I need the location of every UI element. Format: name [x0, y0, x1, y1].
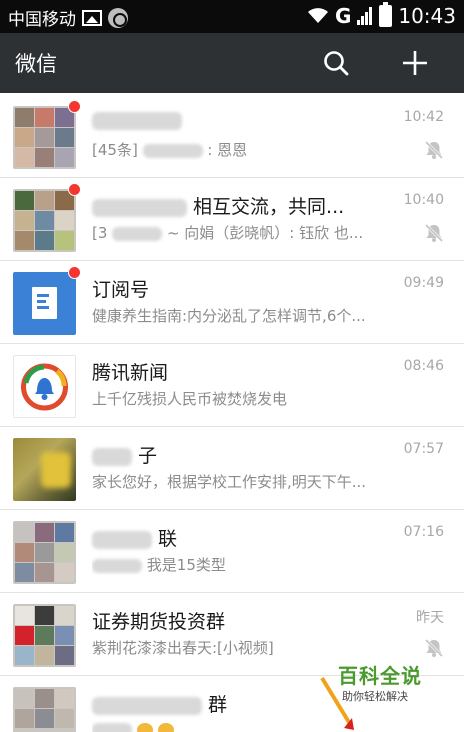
- chat-row-tencent-news[interactable]: 腾讯新闻 上千亿残损人民币被焚烧发电 08:46: [0, 344, 464, 427]
- preview-count: [3: [92, 224, 108, 242]
- wifi-icon: [307, 8, 328, 23]
- chat-name: 腾讯新闻: [92, 362, 169, 384]
- chat-name: 子: [92, 441, 157, 468]
- chat-time: 昨天: [416, 610, 444, 626]
- watermark: 百科全说 助你轻松解决: [320, 656, 464, 732]
- redacted-sender: [142, 143, 203, 158]
- app-header: 微信: [0, 33, 464, 93]
- network-type-label: G: [334, 4, 352, 28]
- redacted-name: [92, 447, 132, 466]
- chat-name: 订阅号: [92, 279, 150, 301]
- chat-preview: 我是15类型: [92, 554, 392, 575]
- emoji-icon: [136, 722, 153, 732]
- add-button[interactable]: [397, 45, 433, 81]
- chat-time: 08:46: [403, 358, 444, 374]
- status-right: G 10:43: [307, 2, 456, 28]
- mute-bell-icon: [424, 140, 444, 160]
- redacted-sender: [92, 722, 132, 732]
- unread-badge: [68, 183, 81, 196]
- chat-preview: [45条] : 恩恩: [92, 139, 392, 160]
- chat-row-parents-group[interactable]: 子 家长您好，根据学校工作安排,明天下午... 07:57: [0, 427, 464, 510]
- unread-badge: [68, 266, 81, 279]
- chat-time: 07:57: [403, 441, 444, 457]
- subscription-avatar: [13, 272, 76, 335]
- mute-bell-icon: [424, 223, 444, 243]
- status-bar: 中国移动 G 10:43: [0, 0, 464, 33]
- chat-name: 证券期货投资群: [92, 611, 226, 633]
- chat-name: 相互交流，共同...: [92, 192, 344, 219]
- watermark-title: 百科全说: [338, 664, 422, 688]
- plus-icon: [403, 51, 427, 75]
- group-avatar: [13, 604, 76, 667]
- emoji-icon: [157, 722, 174, 732]
- chat-preview: 上千亿残损人民币被焚烧发电: [92, 390, 288, 408]
- chat-name: 联: [92, 524, 177, 551]
- chat-preview: [3 ~ 向娟（彭晓帆）: 钰欣 也...: [92, 222, 392, 243]
- chat-name-text: 相互交流，共同...: [193, 196, 345, 218]
- tencent-news-avatar: [13, 355, 76, 418]
- page-title: 微信: [15, 52, 57, 76]
- chat-row-group-1[interactable]: [45条] : 恩恩 10:42: [0, 95, 464, 178]
- redacted-name: [92, 198, 187, 217]
- tencent-news-logo-icon: [21, 363, 68, 411]
- carrier-label: 中国移动: [8, 10, 76, 30]
- group-avatar: [13, 106, 76, 169]
- chat-row-group-2[interactable]: 相互交流，共同... [3 ~ 向娟（彭晓帆）: 钰欣 也... 10:40: [0, 178, 464, 261]
- group-avatar: [13, 189, 76, 252]
- search-icon: [324, 51, 349, 76]
- chat-preview: 健康养生指南:内分泌乱了怎样调节,6个...: [92, 307, 366, 325]
- chat-time: 09:49: [403, 275, 444, 291]
- preview-text: 我是15类型: [146, 556, 226, 574]
- image-notification-icon: [82, 9, 102, 26]
- mute-bell-icon: [424, 638, 444, 658]
- group-avatar: [13, 687, 76, 732]
- redacted-name: [92, 696, 202, 715]
- search-button[interactable]: [318, 45, 354, 81]
- redacted-sender: [112, 226, 163, 241]
- unread-badge: [68, 100, 81, 113]
- group-avatar: [13, 521, 76, 584]
- signal-icon: [357, 7, 373, 25]
- chat-name-text: 子: [138, 445, 158, 467]
- preview-count: [45条]: [92, 141, 138, 159]
- chat-name: 群: [92, 690, 227, 717]
- chat-name: [92, 109, 182, 131]
- watermark-subtitle: 助你轻松解决: [342, 690, 408, 703]
- battery-icon: [379, 2, 393, 27]
- clock-label: 10:43: [398, 4, 456, 28]
- preview-text: ~ 向娟（彭晓帆）: 钰欣 也...: [166, 224, 364, 242]
- chat-time: 07:16: [403, 524, 444, 540]
- chat-time: 10:40: [403, 192, 444, 208]
- browser-notification-icon: [108, 7, 128, 28]
- document-icon: [32, 287, 57, 319]
- chat-row-group-3[interactable]: 联 我是15类型 07:16: [0, 510, 464, 593]
- chat-list: [45条] : 恩恩 10:42 相互交流，共同... [3 ~ 向娟（彭晓帆）…: [0, 95, 464, 732]
- redacted-name: [92, 530, 152, 549]
- chat-preview: 家长您好，根据学校工作安排,明天下午...: [92, 473, 367, 491]
- redacted-name: [92, 111, 182, 130]
- status-left: 中国移动: [8, 5, 128, 30]
- chat-name-text: 群: [208, 694, 228, 716]
- chat-name-text: 联: [158, 528, 178, 550]
- chat-preview: 紫荆花漆漆出春天:[小视频]: [92, 639, 274, 657]
- chat-time: 10:42: [403, 109, 444, 125]
- redacted-sender: [92, 558, 142, 573]
- preview-text: : 恩恩: [207, 141, 248, 159]
- contact-avatar: [13, 438, 76, 501]
- chat-row-subscriptions[interactable]: 订阅号 健康养生指南:内分泌乱了怎样调节,6个... 09:49: [0, 261, 464, 344]
